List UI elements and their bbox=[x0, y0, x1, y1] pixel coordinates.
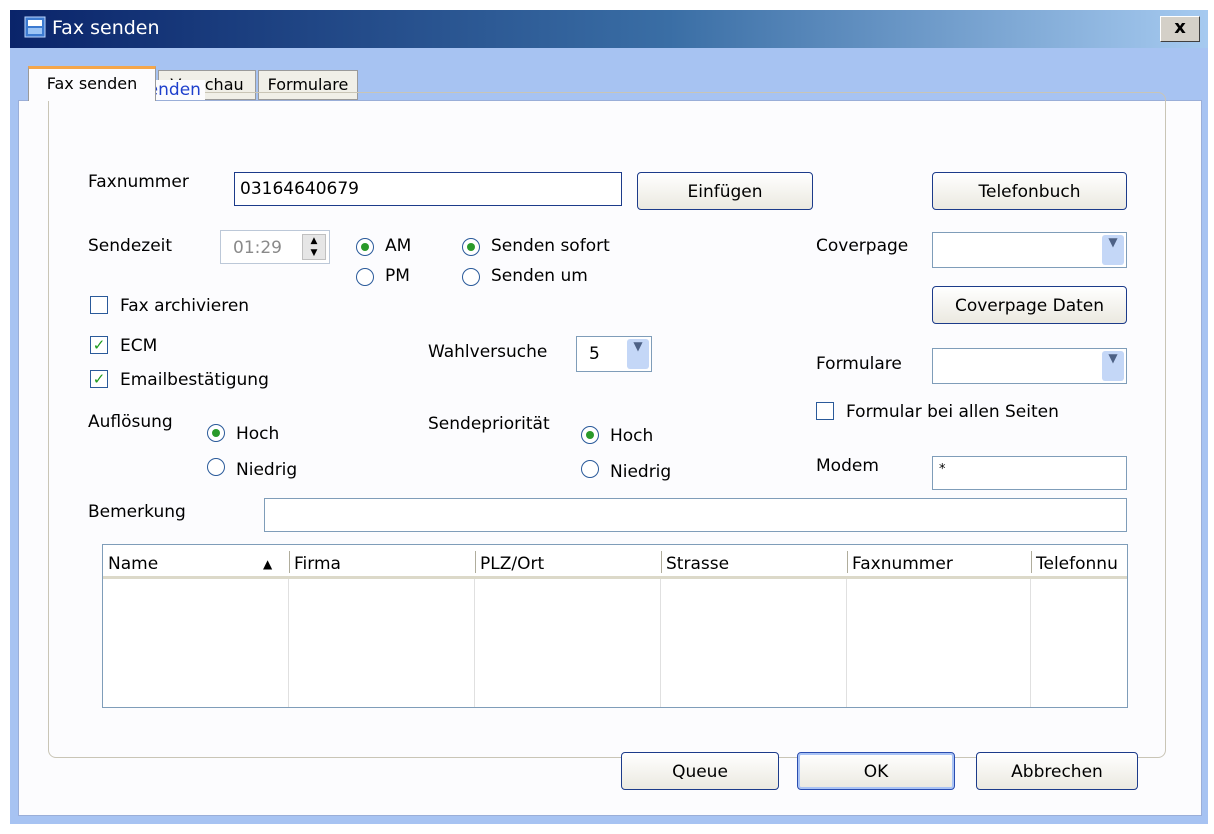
formulare-select[interactable]: ▼ bbox=[932, 348, 1127, 384]
sendezeit-label: Sendezeit bbox=[88, 236, 173, 256]
einfuegen-button[interactable]: Einfügen bbox=[637, 172, 813, 210]
chevron-down-icon[interactable]: ▼ bbox=[1102, 351, 1124, 381]
modem-input[interactable]: * bbox=[932, 456, 1127, 490]
title-bar[interactable]: Fax senden x bbox=[10, 10, 1208, 48]
aufloesung-hoch-radio[interactable] bbox=[207, 424, 225, 442]
prioritaet-niedrig-radio[interactable] bbox=[581, 460, 599, 478]
sendeprioritaet-label: Sendepriorität bbox=[428, 414, 550, 434]
aufloesung-label: Auflösung bbox=[88, 412, 173, 432]
wahlversuche-label: Wahlversuche bbox=[428, 342, 548, 362]
formulare-label: Formulare bbox=[816, 354, 902, 374]
close-icon: x bbox=[1174, 17, 1186, 38]
window-title: Fax senden bbox=[52, 17, 160, 39]
spin-buttons[interactable]: ▲ ▼ bbox=[302, 234, 326, 260]
emailbestaetigung-label: Emailbestätigung bbox=[120, 370, 269, 390]
column-header-plz-ort[interactable]: PLZ/Ort bbox=[475, 545, 661, 579]
column-header-strasse[interactable]: Strasse bbox=[661, 545, 847, 579]
am-radio[interactable] bbox=[356, 238, 374, 256]
spin-up-icon[interactable]: ▲ bbox=[311, 236, 318, 246]
fax-archivieren-label: Fax archivieren bbox=[120, 296, 250, 316]
formular-alle-seiten-label: Formular bei allen Seiten bbox=[846, 402, 1059, 422]
column-header-label: Telefonnu bbox=[1036, 554, 1118, 574]
column-header-telefonnummer[interactable]: Telefonnu bbox=[1031, 545, 1127, 579]
column-header-label: Faxnummer bbox=[852, 554, 953, 574]
ecm-checkbox[interactable]: ✓ bbox=[90, 336, 108, 354]
aufloesung-hoch-label: Hoch bbox=[236, 424, 280, 444]
bemerkung-label: Bemerkung bbox=[88, 502, 186, 522]
coverpage-select[interactable]: ▼ bbox=[932, 232, 1127, 268]
spin-down-icon[interactable]: ▼ bbox=[311, 248, 318, 258]
senden-um-radio[interactable] bbox=[462, 268, 480, 286]
prioritaet-niedrig-label: Niedrig bbox=[610, 462, 672, 482]
wahlversuche-select[interactable]: 5 ▼ bbox=[576, 336, 652, 372]
column-header-label: Firma bbox=[294, 554, 341, 574]
sendezeit-value: 01:29 bbox=[233, 238, 282, 258]
column-header-name[interactable]: Name ▲ bbox=[103, 545, 289, 579]
column-header-label: Strasse bbox=[666, 554, 730, 574]
column-header-label: PLZ/Ort bbox=[480, 554, 545, 574]
prioritaet-hoch-label: Hoch bbox=[610, 426, 654, 446]
column-header-label: Name bbox=[108, 554, 159, 574]
column-header-faxnummer[interactable]: Faxnummer bbox=[847, 545, 1031, 579]
formular-alle-seiten-checkbox[interactable] bbox=[816, 402, 834, 420]
ok-button[interactable]: OK bbox=[797, 752, 955, 790]
close-button[interactable]: x bbox=[1160, 16, 1200, 42]
sort-ascending-icon: ▲ bbox=[263, 557, 273, 571]
wahlversuche-value: 5 bbox=[589, 344, 600, 364]
fax-archivieren-checkbox[interactable] bbox=[90, 296, 108, 314]
senden-um-label: Senden um bbox=[491, 266, 588, 286]
tab-label: Fax senden bbox=[46, 74, 138, 93]
senden-sofort-label: Senden sofort bbox=[491, 236, 610, 256]
sendezeit-spinner[interactable]: 01:29 ▲ ▼ bbox=[220, 230, 330, 264]
queue-button[interactable]: Queue bbox=[621, 752, 779, 790]
bemerkung-input[interactable] bbox=[264, 498, 1127, 532]
modem-value: * bbox=[939, 462, 946, 477]
fax-app-icon bbox=[24, 16, 46, 38]
faxnummer-value: 03164640679 bbox=[240, 179, 359, 199]
senden-sofort-radio[interactable] bbox=[462, 238, 480, 256]
column-divider[interactable] bbox=[1031, 551, 1032, 573]
faxnummer-label: Faxnummer bbox=[88, 172, 189, 192]
faxnummer-input[interactable]: 03164640679 bbox=[234, 172, 622, 206]
column-divider[interactable] bbox=[475, 551, 476, 573]
coverpage-daten-button[interactable]: Coverpage Daten bbox=[932, 286, 1127, 324]
column-divider[interactable] bbox=[847, 551, 848, 573]
telefonbuch-button[interactable]: Telefonbuch bbox=[932, 172, 1127, 210]
emailbestaetigung-checkbox[interactable]: ✓ bbox=[90, 370, 108, 388]
column-divider[interactable] bbox=[661, 551, 662, 573]
tab-fax-senden[interactable]: Fax senden bbox=[28, 66, 156, 101]
aufloesung-niedrig-radio[interactable] bbox=[207, 458, 225, 476]
ecm-label: ECM bbox=[120, 336, 158, 356]
abbrechen-button[interactable]: Abbrechen bbox=[976, 752, 1138, 790]
coverpage-label: Coverpage bbox=[816, 236, 909, 256]
column-header-firma[interactable]: Firma bbox=[289, 545, 475, 579]
modem-label: Modem bbox=[816, 456, 879, 476]
aufloesung-niedrig-label: Niedrig bbox=[236, 460, 298, 480]
contacts-table[interactable]: Name ▲ Firma PLZ/Ort Strasse Faxnummer T… bbox=[102, 544, 1128, 708]
pm-radio[interactable] bbox=[356, 268, 374, 286]
chevron-down-icon[interactable]: ▼ bbox=[1102, 235, 1124, 265]
prioritaet-hoch-radio[interactable] bbox=[581, 426, 599, 444]
pm-label: PM bbox=[385, 266, 410, 286]
column-divider[interactable] bbox=[289, 551, 290, 573]
chevron-down-icon[interactable]: ▼ bbox=[627, 339, 649, 369]
am-label: AM bbox=[385, 236, 412, 256]
